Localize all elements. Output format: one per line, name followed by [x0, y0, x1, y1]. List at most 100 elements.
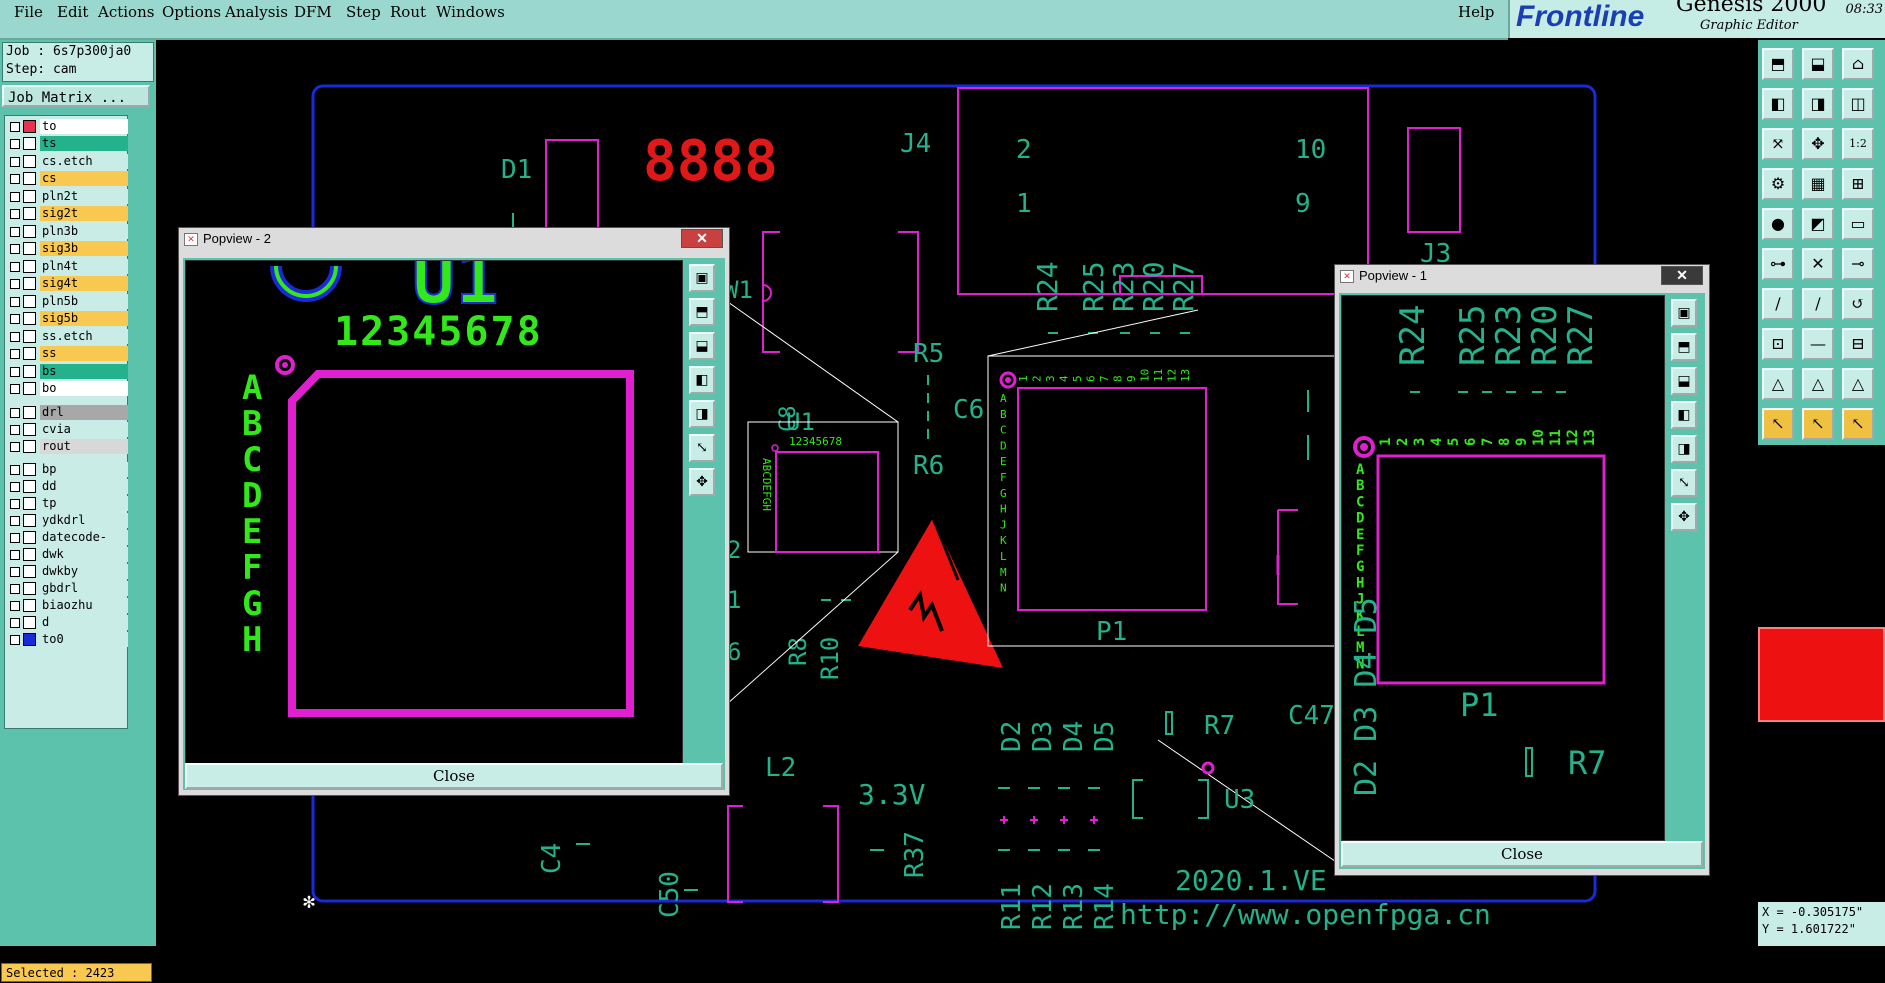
layer-affected-checkbox[interactable]	[10, 174, 20, 184]
layer-row[interactable]: sig3b	[6, 241, 128, 256]
popview-1-canvas[interactable]: R24 R25 R23 R20 R27 1 2 3 4 5 6 7 8 9 10 11 12 13 AB…	[1341, 295, 1665, 841]
layer-display-checkbox[interactable]	[23, 120, 36, 133]
zoom-area-icon[interactable]: ✥	[1802, 128, 1834, 160]
layer-row[interactable]: to	[6, 119, 128, 134]
home-icon[interactable]: ⌂	[1842, 48, 1874, 80]
ruler-icon[interactable]: ▭	[1842, 208, 1874, 240]
layer-affected-checkbox[interactable]	[10, 634, 20, 645]
layer-name[interactable]: sig5b	[40, 311, 128, 326]
layer-row[interactable]: dwk	[6, 546, 128, 562]
layer-display-checkbox[interactable]	[23, 189, 36, 203]
layer-name[interactable]: to0	[40, 631, 128, 647]
layer-display-checkbox[interactable]	[23, 172, 36, 185]
pan-left-icon[interactable]: ◧	[1762, 88, 1794, 120]
window-icon[interactable]: ◫	[1842, 88, 1874, 120]
move-icon[interactable]: ⊸	[1842, 248, 1874, 280]
layer-name[interactable]: ts	[40, 136, 128, 151]
layer-affected-checkbox[interactable]	[10, 156, 20, 167]
layer-affected-checkbox[interactable]	[10, 279, 20, 289]
pan-right-icon[interactable]: ◨	[1802, 88, 1834, 120]
layer-display-checkbox[interactable]	[23, 259, 36, 273]
layer-row[interactable]: cvia	[6, 421, 128, 437]
layer-name[interactable]: sig3b	[40, 241, 128, 256]
menu-step[interactable]: Step	[346, 3, 381, 21]
layer-name[interactable]: ss.etch	[40, 328, 128, 344]
layer-display-checkbox[interactable]	[23, 581, 36, 595]
popview-2-zoom-out-icon[interactable]: ✥	[689, 468, 715, 496]
layer-affected-checkbox[interactable]	[10, 296, 20, 307]
popview-2-zoom-in-icon[interactable]: ⤡	[689, 434, 715, 462]
popview-2-close-icon[interactable]: ✕	[681, 229, 723, 248]
layer-row[interactable]: ss	[6, 346, 128, 361]
layer-name[interactable]: sig4t	[40, 276, 128, 291]
layer-display-checkbox[interactable]	[23, 422, 36, 436]
layer-name[interactable]: dwkby	[40, 563, 128, 579]
triangle-icon[interactable]: △	[1762, 368, 1794, 400]
layer-display-checkbox[interactable]	[23, 547, 36, 561]
layer-name[interactable]: dd	[40, 478, 128, 494]
popview-1-close-button[interactable]: Close	[1341, 841, 1703, 867]
layer-row[interactable]: bp	[6, 461, 128, 477]
menu-help[interactable]: Help	[1458, 3, 1494, 21]
layer-row[interactable]: tp	[6, 495, 128, 511]
popview-1-zoom-home-icon[interactable]: ▣	[1671, 299, 1697, 327]
layer-affected-checkbox[interactable]	[10, 583, 20, 594]
layer-display-checkbox[interactable]	[23, 207, 36, 220]
layer-affected-checkbox[interactable]	[10, 314, 20, 324]
layer-affected-checkbox[interactable]	[10, 549, 20, 560]
layer-display-checkbox[interactable]	[23, 462, 36, 476]
layer-display-checkbox[interactable]	[23, 513, 36, 527]
layers-icon[interactable]: ⊞	[1842, 168, 1874, 200]
layer-name[interactable]: bo	[40, 381, 128, 396]
layer-affected-checkbox[interactable]	[10, 441, 20, 452]
layer-name[interactable]: ss	[40, 346, 128, 361]
select-icon[interactable]: ↖	[1762, 408, 1794, 440]
popview-2-pan-up-icon[interactable]: ⬒	[689, 298, 715, 326]
grid-icon[interactable]: ▦	[1802, 168, 1834, 200]
pad-icon[interactable]: ⊡	[1762, 328, 1794, 360]
layer-affected-checkbox[interactable]	[10, 261, 20, 272]
layer-row[interactable]: pln3b	[6, 223, 128, 239]
layer-display-checkbox[interactable]	[23, 598, 36, 612]
popview-2-canvas[interactable]: U1 12345678 ABCDEFGH	[185, 260, 683, 764]
layer-display-checkbox[interactable]	[23, 479, 36, 493]
zoom-up-icon[interactable]: ⬒	[1762, 48, 1794, 80]
layer-name[interactable]: d	[40, 614, 128, 630]
popview-2-close-button[interactable]: Close	[185, 763, 723, 789]
layer-name[interactable]: to	[40, 119, 128, 134]
scale-icon[interactable]: 1:2	[1842, 128, 1874, 160]
layer-display-checkbox[interactable]	[23, 405, 36, 419]
menu-windows[interactable]: Windows	[436, 3, 505, 21]
polygon-icon[interactable]: △	[1842, 368, 1874, 400]
layer-affected-checkbox[interactable]	[10, 617, 20, 628]
layer-affected-checkbox[interactable]	[10, 515, 20, 526]
layer-display-checkbox[interactable]	[23, 312, 36, 325]
menu-file[interactable]: File	[14, 3, 43, 21]
layer-display-checkbox[interactable]	[23, 632, 36, 646]
layer-name[interactable]: cs	[40, 171, 128, 186]
layer-name[interactable]: pln3b	[40, 223, 128, 239]
layer-affected-checkbox[interactable]	[10, 139, 20, 149]
popview-1-close-icon[interactable]: ✕	[1661, 266, 1703, 285]
popview-1-pan-left-icon[interactable]: ◧	[1671, 401, 1697, 429]
menu-options[interactable]: Options	[162, 3, 221, 21]
layer-row[interactable]: cs	[6, 171, 128, 186]
layer-display-checkbox[interactable]	[23, 294, 36, 308]
menu-actions[interactable]: Actions	[98, 3, 154, 21]
layer-display-checkbox[interactable]	[23, 277, 36, 290]
layer-display-checkbox[interactable]	[23, 364, 36, 378]
layer-name[interactable]: tp	[40, 495, 128, 511]
popview-1-pan-right-icon[interactable]: ◨	[1671, 435, 1697, 463]
layer-display-checkbox[interactable]	[23, 242, 36, 255]
layer-row[interactable]: pln4t	[6, 258, 128, 274]
layer-row[interactable]: dwkby	[6, 563, 128, 579]
cross-icon[interactable]: ✕	[1802, 248, 1834, 280]
layer-affected-checkbox[interactable]	[10, 532, 20, 543]
popview-2-titlebar[interactable]: ✕ Popview - 2 ✕	[179, 228, 729, 250]
layer-display-checkbox[interactable]	[23, 615, 36, 629]
layer-row[interactable]: ts	[6, 136, 128, 151]
layer-name[interactable]: drl	[40, 404, 128, 420]
layer-row[interactable]: sig5b	[6, 311, 128, 326]
layer-row[interactable]: dd	[6, 478, 128, 494]
popview-2-window[interactable]: ✕ Popview - 2 ✕ U1 12345678 ABCDEFGH ▣ ⬒…	[178, 227, 730, 796]
